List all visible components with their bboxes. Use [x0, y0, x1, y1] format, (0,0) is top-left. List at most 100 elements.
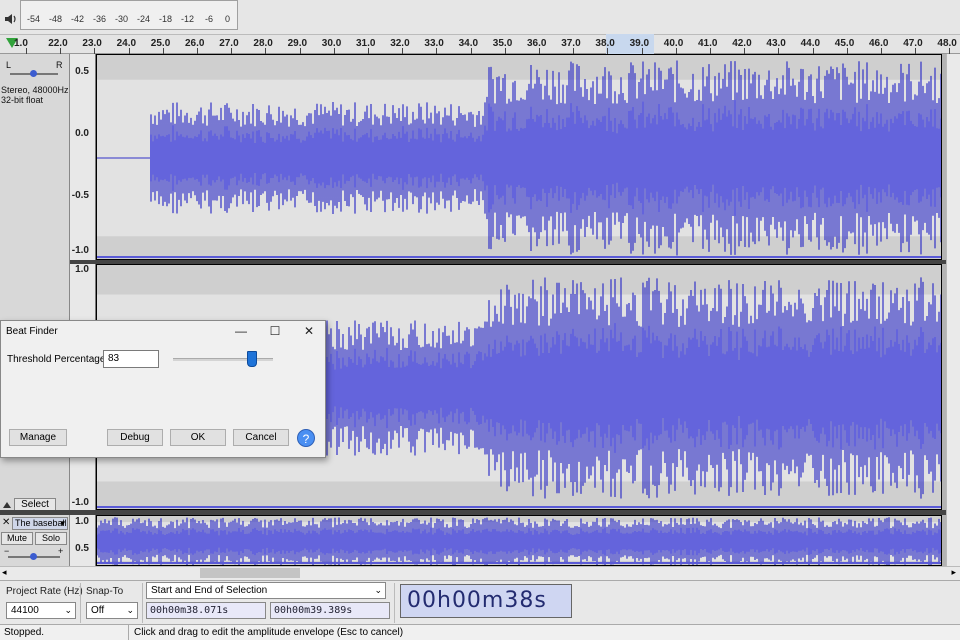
threshold-value: 83 — [108, 353, 120, 364]
vertical-scrollbar[interactable] — [946, 54, 960, 566]
scale-label: -0.5 — [71, 190, 89, 201]
gain-slider-thumb[interactable] — [30, 553, 37, 560]
meter-tick-label: -42 — [71, 14, 85, 24]
pan-left-label: L — [6, 60, 12, 70]
horizontal-scroll-thumb[interactable] — [200, 568, 300, 578]
ruler-label: 24.0 — [116, 38, 137, 49]
selection-mode-select[interactable]: Start and End of Selection ⌄ — [146, 582, 386, 599]
ruler-label: 35.0 — [492, 38, 513, 49]
ruler-label: 45.0 — [834, 38, 855, 49]
snap-to-value: Off — [91, 605, 105, 616]
pan-slider-thumb[interactable] — [30, 70, 37, 77]
selection-end-time[interactable]: 00h00m39.389s — [270, 602, 390, 619]
ruler-label: 23.0 — [82, 38, 102, 49]
selection-mode-value: Start and End of Selection — [151, 585, 268, 596]
threshold-slider[interactable] — [173, 358, 273, 361]
track2-waveform[interactable] — [96, 515, 942, 566]
project-rate-select[interactable]: 44100 ⌄ — [6, 602, 76, 619]
dialog-title: Beat Finder — [6, 326, 58, 337]
waveform-left-channel[interactable] — [96, 54, 942, 260]
meter-tick-label: -48 — [49, 14, 63, 24]
maximize-icon[interactable]: ☐ — [263, 323, 287, 339]
status-divider — [128, 624, 129, 640]
chevron-down-icon: ⌄ — [374, 585, 382, 595]
meter-tick-label: -30 — [115, 14, 129, 24]
speaker-icon[interactable] — [4, 12, 18, 26]
selection-start-value: 00h00m38.071s — [150, 605, 229, 616]
debug-button[interactable]: Debug — [107, 429, 163, 446]
ruler-label: 37.0 — [561, 38, 581, 49]
scale-label: -1.0 — [71, 245, 89, 256]
ruler-label: 26.0 — [185, 38, 205, 49]
mute-button[interactable]: Mute — [1, 532, 33, 545]
ruler-label: 44.0 — [800, 38, 821, 49]
ruler-label: 47.0 — [903, 38, 923, 49]
scale-label: 1.0 — [75, 264, 89, 275]
snap-to-select[interactable]: Off ⌄ — [86, 602, 138, 619]
toolbar-divider — [80, 583, 81, 623]
manage-button[interactable]: Manage — [9, 429, 67, 446]
status-hint: Click and drag to edit the amplitude env… — [134, 627, 404, 638]
audio-position-display[interactable]: 00h00m38s — [400, 584, 572, 618]
pan-right-label: R — [56, 60, 63, 70]
meter-tick-label: -18 — [159, 14, 173, 24]
track2-amplitude-scale[interactable]: 1.0 0.5 — [70, 515, 96, 566]
chevron-down-icon: ⌄ — [126, 605, 134, 615]
scroll-right-icon[interactable]: ▸ — [951, 567, 956, 578]
ok-button[interactable]: OK — [170, 429, 226, 446]
help-icon[interactable]: ? — [297, 429, 315, 447]
meter-tick-label: 0 — [225, 14, 231, 24]
meter-tick-label: -24 — [137, 14, 151, 24]
ruler-label: 27.0 — [219, 38, 239, 49]
ruler-label: 25.0 — [150, 38, 171, 49]
threshold-label: Threshold Percentage: — [7, 354, 109, 365]
track2-control-panel[interactable]: ✕ The baseball ▾ Mute Solo − + — [0, 515, 70, 566]
selection-end-value: 00h00m39.389s — [274, 605, 353, 616]
ruler-label: 46.0 — [869, 38, 889, 49]
horizontal-scrollbar[interactable]: ◂ ▸ — [0, 566, 960, 580]
close-icon[interactable]: ✕ — [297, 323, 321, 339]
ruler-label: 39.0 — [629, 38, 650, 49]
track-format: Stereo, 48000Hz — [1, 85, 69, 95]
chevron-down-icon: ⌄ — [64, 605, 72, 615]
collapse-icon[interactable] — [2, 501, 12, 509]
toolbar-divider — [142, 583, 143, 623]
threshold-input[interactable]: 83 — [103, 350, 159, 368]
audio-position-value: 00h00m38s — [407, 588, 547, 613]
toolbar-divider — [394, 583, 395, 623]
playback-meter[interactable]: -54 -48 -42 -36 -30 -24 -18 -12 -6 0 — [20, 0, 238, 30]
amplitude-scale-left[interactable]: 0.5 0.0 -0.5 -1.0 — [70, 54, 96, 260]
beat-finder-dialog: Beat Finder — ☐ ✕ Threshold Percentage: … — [0, 320, 326, 458]
ruler-label: 41.0 — [698, 38, 718, 49]
ruler-label: 48.0 — [937, 38, 957, 49]
meter-tick-label: -36 — [93, 14, 107, 24]
gain-plus-icon: + — [58, 546, 64, 556]
ruler-label: 22.0 — [48, 38, 68, 49]
track-name: The baseball — [15, 518, 67, 528]
threshold-slider-thumb[interactable] — [247, 351, 257, 367]
ruler-label: 34.0 — [458, 38, 479, 49]
ruler-label: 30.0 — [321, 38, 342, 49]
ruler-label: 40.0 — [663, 38, 684, 49]
track-name-menu[interactable]: The baseball ▾ — [12, 517, 68, 530]
solo-button[interactable]: Solo — [35, 532, 67, 545]
project-rate-value: 44100 — [11, 605, 39, 616]
ruler-label: 31.0 — [356, 38, 376, 49]
status-state: Stopped. — [4, 627, 45, 638]
scale-label: -1.0 — [71, 497, 89, 508]
ruler-label: 28.0 — [253, 38, 273, 49]
ruler-label: 42.0 — [732, 38, 752, 49]
ruler-label: 32.0 — [390, 38, 410, 49]
ruler-label: 33.0 — [424, 38, 444, 49]
waveform-left-svg — [97, 60, 941, 258]
ruler-label: 29.0 — [287, 38, 308, 49]
cancel-button[interactable]: Cancel — [233, 429, 289, 446]
minimize-icon[interactable]: — — [229, 323, 253, 339]
scroll-left-icon[interactable]: ◂ — [2, 567, 7, 578]
scale-label: 0.5 — [75, 66, 89, 77]
project-rate-label: Project Rate (Hz) — [6, 586, 83, 597]
snap-to-label: Snap-To — [86, 586, 124, 597]
close-icon[interactable]: ✕ — [2, 517, 10, 528]
ruler-label: 38.0 — [595, 38, 615, 49]
selection-start-time[interactable]: 00h00m38.071s — [146, 602, 266, 619]
